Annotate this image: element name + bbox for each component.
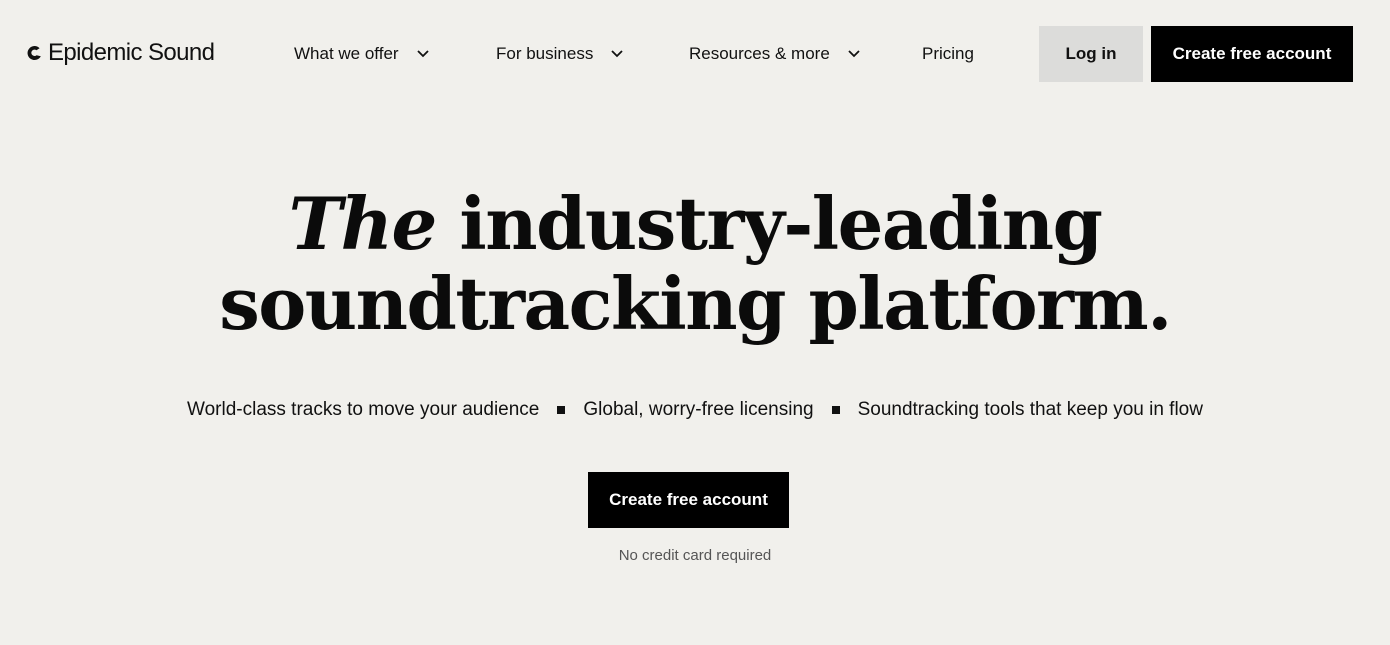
chevron-down-icon xyxy=(416,50,429,58)
login-button[interactable]: Log in xyxy=(1039,26,1143,82)
hero-create-account-button[interactable]: Create free account xyxy=(588,472,789,528)
feature-item: Global, worry-free licensing xyxy=(583,399,814,420)
feature-item: World-class tracks to move your audience xyxy=(187,399,540,420)
hero-title-line1: industry-leading xyxy=(459,181,1103,266)
epidemic-sound-logo-icon xyxy=(27,46,41,61)
chevron-down-icon xyxy=(611,50,623,58)
no-credit-card-note: No credit card required xyxy=(618,547,772,564)
square-bullet-icon xyxy=(557,406,566,414)
hero-title: The industry-leading soundtracking platf… xyxy=(0,184,1390,344)
nav-what-we-offer[interactable]: What we offer xyxy=(294,42,430,66)
hero-title-emphasis: The xyxy=(288,181,438,266)
header-create-account-button[interactable]: Create free account xyxy=(1151,26,1353,82)
nav-label: Pricing xyxy=(922,44,974,63)
feature-list: World-class tracks to move your audience… xyxy=(0,397,1390,423)
brand-logo-link[interactable]: Epidemic Sound xyxy=(26,37,215,69)
nav-resources-and-more[interactable]: Resources & more xyxy=(689,42,861,66)
square-bullet-icon xyxy=(831,406,840,414)
chevron-down-icon xyxy=(848,50,860,58)
hero-title-line2: soundtracking platform. xyxy=(219,261,1172,346)
page: Epidemic Sound What we offer For busines… xyxy=(0,0,1390,645)
nav-for-business[interactable]: For business xyxy=(496,42,624,66)
site-header: Epidemic Sound What we offer For busines… xyxy=(0,0,1390,108)
nav-label: Resources & more xyxy=(689,44,830,63)
nav-pricing[interactable]: Pricing xyxy=(922,42,974,66)
nav-label: For business xyxy=(496,44,594,63)
brand-name: Epidemic Sound xyxy=(48,39,215,66)
nav-label: What we offer xyxy=(294,44,399,63)
feature-item: Soundtracking tools that keep you in flo… xyxy=(857,399,1203,420)
